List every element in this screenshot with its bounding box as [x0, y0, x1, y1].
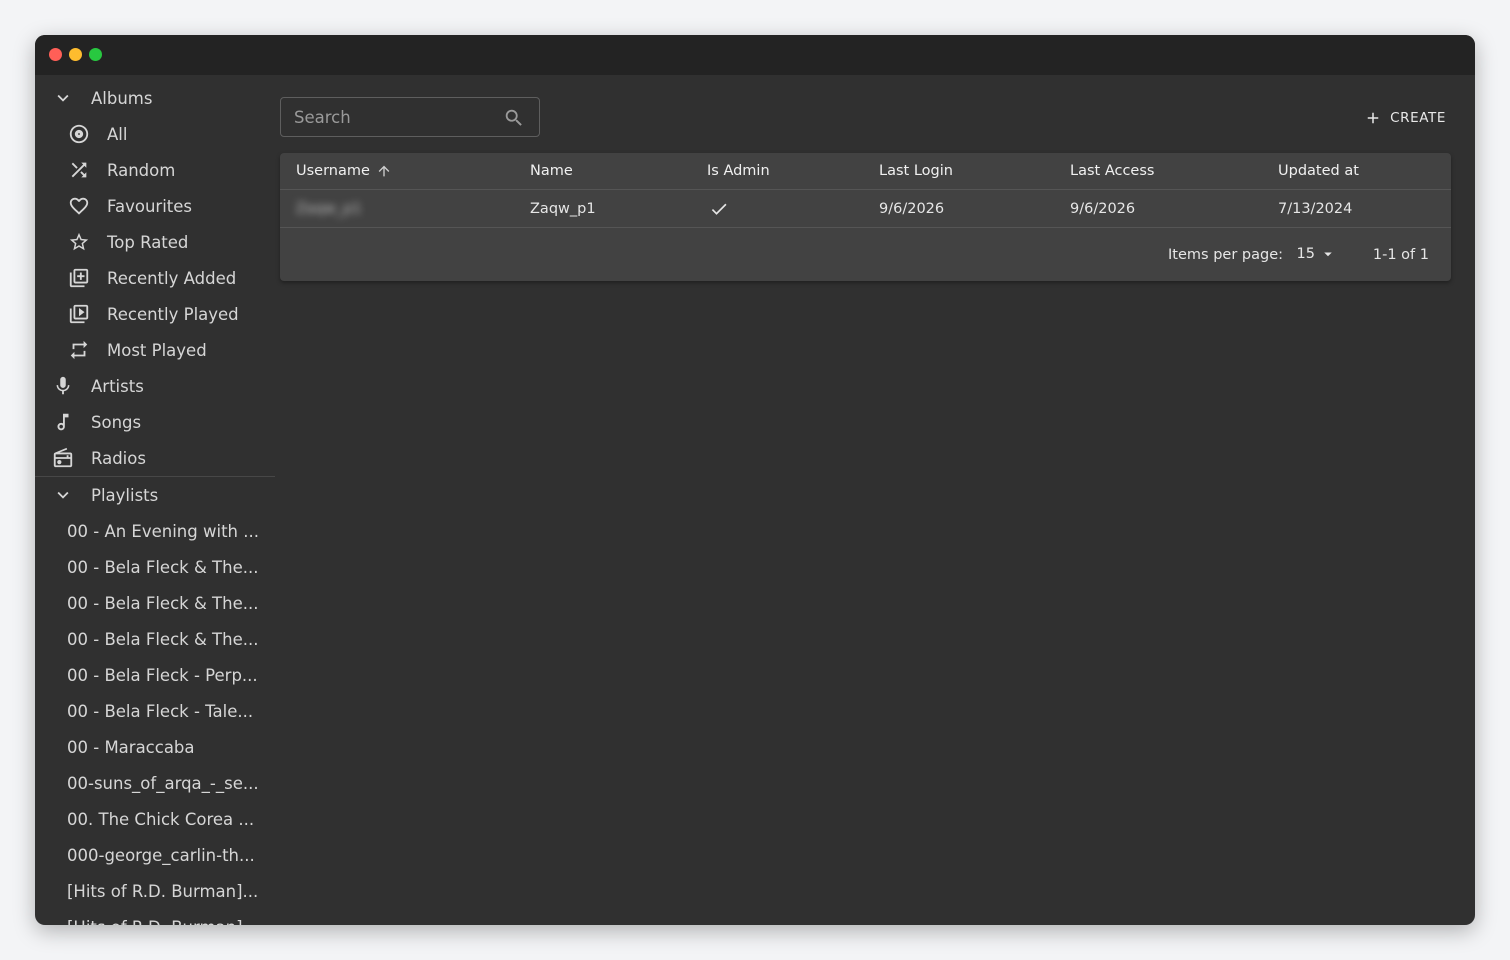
column-header-label: Username — [296, 163, 370, 179]
repeat-icon — [68, 339, 90, 361]
updated-at-cell: 7/13/2024 — [1278, 200, 1353, 217]
column-header-last-login[interactable]: Last Login — [879, 153, 953, 189]
sidebar-item-label: Random — [107, 160, 176, 180]
playlist-item[interactable]: 00 - Bela Fleck & The... — [35, 621, 275, 657]
sidebar-item-label: Recently Played — [107, 304, 239, 324]
sidebar: Albums All Random Favourites Top Rated R… — [35, 75, 275, 925]
sidebar-item-label: Songs — [91, 412, 142, 432]
playlist-item[interactable]: 00 - Bela Fleck - Perp... — [35, 657, 275, 693]
albums-label: Albums — [91, 88, 153, 108]
sidebar-item-top-rated[interactable]: Top Rated — [35, 224, 275, 260]
name-cell: Zaqw_p1 — [530, 200, 596, 217]
table-header: Username Name Is Admin Last Login Last A… — [280, 153, 1451, 190]
column-header-is-admin[interactable]: Is Admin — [707, 153, 770, 189]
create-label: CREATE — [1390, 110, 1446, 126]
sidebar-item-artists[interactable]: Artists — [35, 368, 275, 404]
column-header-last-access[interactable]: Last Access — [1070, 153, 1154, 189]
is-admin-cell — [707, 190, 729, 227]
sidebar-albums-toggle[interactable]: Albums — [35, 80, 275, 116]
sidebar-item-label: All — [107, 124, 128, 144]
playlist-item[interactable]: 00 - Bela Fleck - Tale... — [35, 693, 275, 729]
playlists-label: Playlists — [91, 485, 159, 505]
star-icon — [68, 231, 90, 253]
sidebar-item-label: Artists — [91, 376, 144, 396]
playlist-item[interactable]: 00 - An Evening with ... — [35, 513, 275, 549]
users-table: Username Name Is Admin Last Login Last A… — [280, 153, 1451, 281]
pagination: Items per page: 15 1-1 of 1 — [280, 229, 1451, 281]
sidebar-item-recently-added[interactable]: Recently Added — [35, 260, 275, 296]
app-window: Albums All Random Favourites Top Rated R… — [35, 35, 1475, 925]
sidebar-item-songs[interactable]: Songs — [35, 404, 275, 440]
sidebar-item-radios[interactable]: Radios — [35, 440, 275, 476]
username-cell: Zaqw_p1 — [296, 200, 362, 217]
radio-icon — [52, 447, 74, 469]
search-input[interactable] — [294, 98, 494, 136]
sort-ascending-icon — [378, 165, 390, 177]
playlist-item[interactable]: [Hits of R.D. Burman]... — [35, 873, 275, 909]
close-window-button[interactable] — [49, 48, 62, 61]
playlist-item[interactable]: 000-george_carlin-th... — [35, 837, 275, 873]
search-icon — [503, 107, 525, 129]
sidebar-item-label: Recently Added — [107, 268, 237, 288]
sidebar-playlists-toggle[interactable]: Playlists — [35, 477, 275, 513]
column-header-updated-at[interactable]: Updated at — [1278, 153, 1359, 189]
sidebar-item-favourites[interactable]: Favourites — [35, 188, 275, 224]
heart-icon — [68, 195, 90, 217]
microphone-icon — [52, 375, 74, 397]
items-per-page-select[interactable]: 15 — [1297, 229, 1337, 279]
main-content: CREATE Username Name Is Admin Last Login… — [280, 75, 1451, 925]
playlist-item[interactable]: 00-suns_of_arqa_-_se... — [35, 765, 275, 801]
items-per-page-value: 15 — [1296, 246, 1315, 262]
disc-icon — [68, 123, 90, 145]
create-button[interactable]: CREATE — [1359, 103, 1451, 133]
playlist-item[interactable]: 00 - Bela Fleck & The... — [35, 549, 275, 585]
sidebar-item-all[interactable]: All — [35, 116, 275, 152]
library-add-icon — [68, 267, 90, 289]
check-icon — [711, 203, 727, 215]
library-play-icon — [68, 303, 90, 325]
column-header-username[interactable]: Username — [296, 153, 392, 189]
chevron-down-icon — [52, 484, 74, 506]
plus-icon — [1367, 112, 1379, 124]
playlist-item[interactable]: 00. The Chick Corea ... — [35, 801, 275, 837]
playlist-item[interactable]: 00 - Maraccaba — [35, 729, 275, 765]
sidebar-item-recently-played[interactable]: Recently Played — [35, 296, 275, 332]
page-range: 1-1 of 1 — [1372, 247, 1429, 263]
sidebar-item-label: Radios — [91, 448, 146, 468]
minimize-window-button[interactable] — [69, 48, 82, 61]
maximize-window-button[interactable] — [89, 48, 102, 61]
last-login-cell: 9/6/2026 — [879, 200, 945, 217]
title-bar — [35, 35, 1475, 75]
items-per-page-label: Items per page: — [1168, 247, 1283, 263]
music-note-icon — [52, 411, 74, 433]
sidebar-item-label: Most Played — [107, 340, 207, 360]
sidebar-item-random[interactable]: Random — [35, 152, 275, 188]
dropdown-arrow-icon — [1324, 252, 1332, 257]
playlist-item[interactable]: 00 - Bela Fleck & The... — [35, 585, 275, 621]
last-access-cell: 9/6/2026 — [1070, 200, 1136, 217]
sidebar-item-most-played[interactable]: Most Played — [35, 332, 275, 368]
sidebar-item-label: Top Rated — [107, 232, 189, 252]
chevron-down-icon — [52, 87, 74, 109]
search-field[interactable] — [280, 97, 540, 137]
column-header-name[interactable]: Name — [530, 153, 573, 189]
shuffle-icon — [68, 159, 90, 181]
table-row[interactable]: Zaqw_p1 Zaqw_p1 9/6/2026 9/6/2026 7/13/2… — [280, 190, 1451, 228]
sidebar-item-label: Favourites — [107, 196, 192, 216]
playlist-item[interactable]: [Hits of R.D. Burman]... — [35, 909, 275, 926]
